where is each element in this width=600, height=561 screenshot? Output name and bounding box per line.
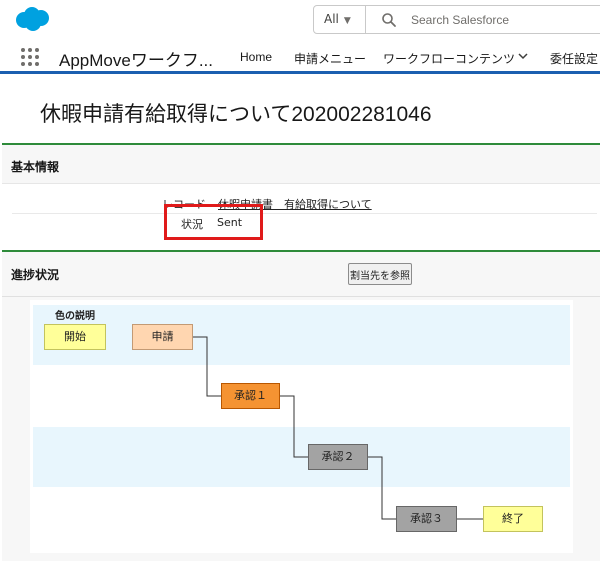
search-scope-label: All	[324, 12, 339, 26]
nav-item-delegation-settings[interactable]: 委任設定	[550, 50, 598, 67]
workflow-node-approval-2: 承認２	[308, 444, 368, 470]
global-header: All ▼	[0, 0, 600, 40]
view-assignees-button[interactable]: 割当先を参照	[348, 263, 412, 285]
connector-line	[368, 456, 396, 520]
nav-item-request-menu[interactable]: 申請メニュー	[294, 50, 366, 67]
workflow-diagram: 色の説明 開始 申請 承認１ 承認２ 承認３ 終了	[30, 300, 573, 553]
workflow-node-apply: 申請	[132, 324, 193, 350]
connector-line	[193, 336, 221, 397]
search-input[interactable]	[409, 8, 600, 31]
nav-item-home[interactable]: Home	[240, 50, 272, 64]
workflow-node-start: 開始	[44, 324, 106, 350]
node-label: 承認３	[410, 512, 443, 525]
connector-line	[280, 395, 308, 458]
workflow-node-end: 終了	[483, 506, 543, 532]
search-icon	[382, 13, 396, 27]
node-label: 開始	[64, 330, 86, 343]
page-title: 休暇申請有給取得について202002281046	[40, 103, 432, 126]
basic-info-section: 基本情報 レコード 休暇申請書 有給取得について	[2, 143, 600, 245]
workflow-node-approval-3: 承認３	[396, 506, 457, 532]
basic-info-body: レコード 休暇申請書 有給取得について	[2, 183, 600, 245]
nav-item-workflow-contents[interactable]: ワークフローコンテンツ	[383, 50, 515, 67]
search-scope-select[interactable]: All ▼	[314, 6, 366, 33]
chevron-down-icon[interactable]	[517, 50, 529, 62]
status-label: 状況	[181, 218, 203, 231]
app-navigation: AppMoveワークフ... Home 申請メニュー ワークフローコンテンツ 委…	[0, 40, 600, 74]
app-name: AppMoveワークフ...	[59, 51, 213, 70]
progress-title: 進捗状況	[11, 268, 60, 282]
row-divider	[12, 213, 597, 214]
salesforce-logo-icon[interactable]	[14, 6, 50, 32]
node-label: 終了	[502, 512, 524, 525]
node-label: 承認１	[234, 389, 267, 402]
chevron-down-icon: ▼	[343, 16, 351, 26]
status-value: Sent	[217, 216, 243, 229]
global-search: All ▼	[313, 5, 600, 34]
app-launcher-icon[interactable]	[21, 48, 39, 66]
node-label: 承認２	[321, 450, 355, 463]
status-highlight-box	[164, 204, 263, 240]
basic-info-title: 基本情報	[11, 160, 60, 174]
workflow-node-approval-1: 承認１	[221, 383, 280, 409]
node-label: 申請	[151, 330, 174, 343]
